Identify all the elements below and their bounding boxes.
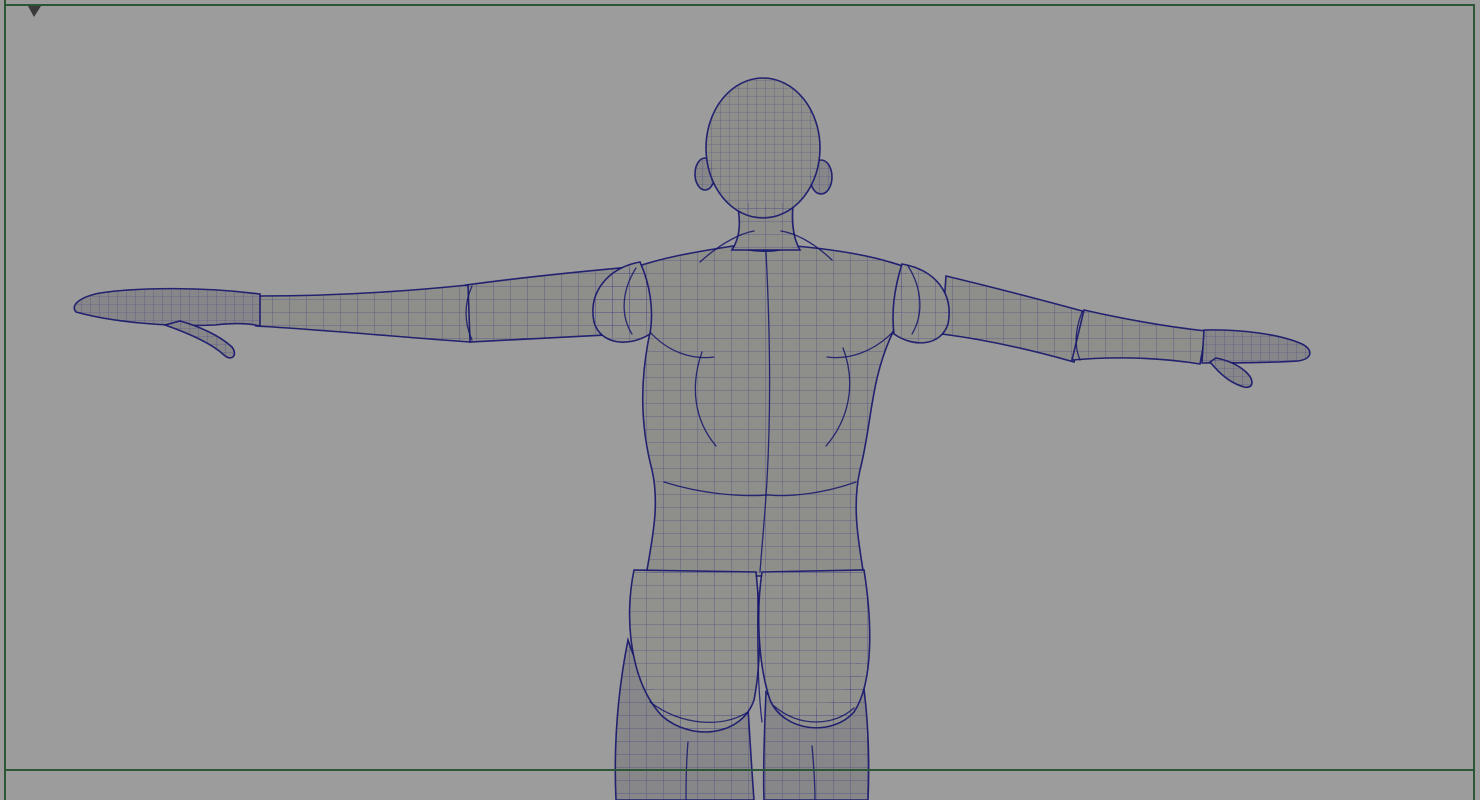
application-window — [0, 0, 1480, 800]
3d-viewport[interactable] — [0, 0, 1480, 800]
